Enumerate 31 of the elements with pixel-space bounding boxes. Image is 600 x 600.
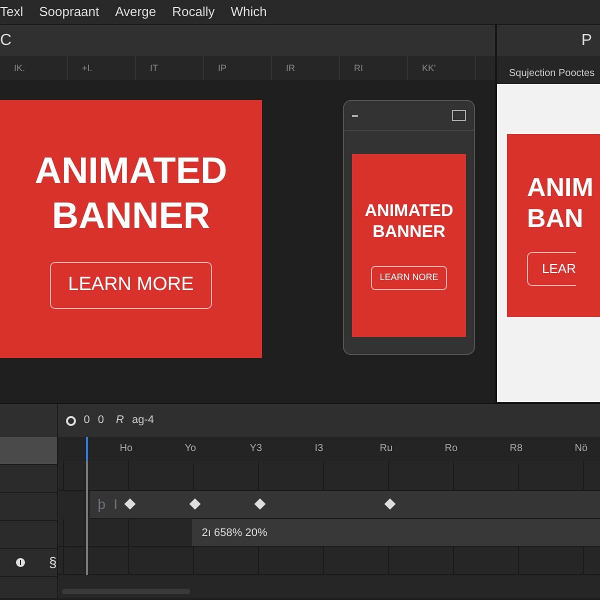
layer-label: § [49, 553, 57, 572]
panel-title: Squjection Pooctes [497, 56, 600, 84]
menu-item[interactable]: Rocally [172, 2, 215, 22]
menu-item[interactable]: Soopraant [39, 2, 100, 22]
toolbar-label[interactable]: 0 [98, 412, 104, 429]
learn-more-button[interactable]: LEAR [527, 252, 576, 286]
banner-title: ANIMATED BANNER [34, 149, 228, 238]
track-label: I [114, 495, 118, 514]
time-label: Ho [118, 442, 134, 456]
track-label: þ [98, 495, 106, 514]
learn-more-button[interactable]: LEARN MORE [50, 262, 212, 309]
banner-title: ANIMATED BANNER [364, 201, 454, 242]
learn-more-button[interactable]: LEARN NORE [370, 266, 448, 290]
time-label: Ru [378, 442, 394, 456]
toolbar-label[interactable]: 0 [84, 412, 90, 429]
value-bar: 2ı 658% 20% [192, 519, 600, 546]
toolbar-label: P [581, 30, 592, 50]
time-label: Ro [444, 442, 459, 456]
toolbar-label[interactable]: ag-4 [132, 412, 154, 429]
toolbar-label: C [0, 30, 12, 50]
menu-item[interactable]: Averge [115, 2, 156, 22]
banner-title: ANIM [527, 172, 594, 204]
menu-item[interactable]: Which [230, 2, 267, 22]
banner-title: BAN [527, 203, 584, 234]
time-label: Y3 [248, 442, 264, 456]
toolbar-label[interactable]: R [116, 412, 124, 429]
time-label: I3 [314, 442, 324, 456]
time-label: Yo [184, 442, 198, 456]
menu-item[interactable]: Texl [0, 2, 24, 22]
time-label: R8 [508, 442, 524, 456]
time-label: Nö [574, 442, 589, 456]
